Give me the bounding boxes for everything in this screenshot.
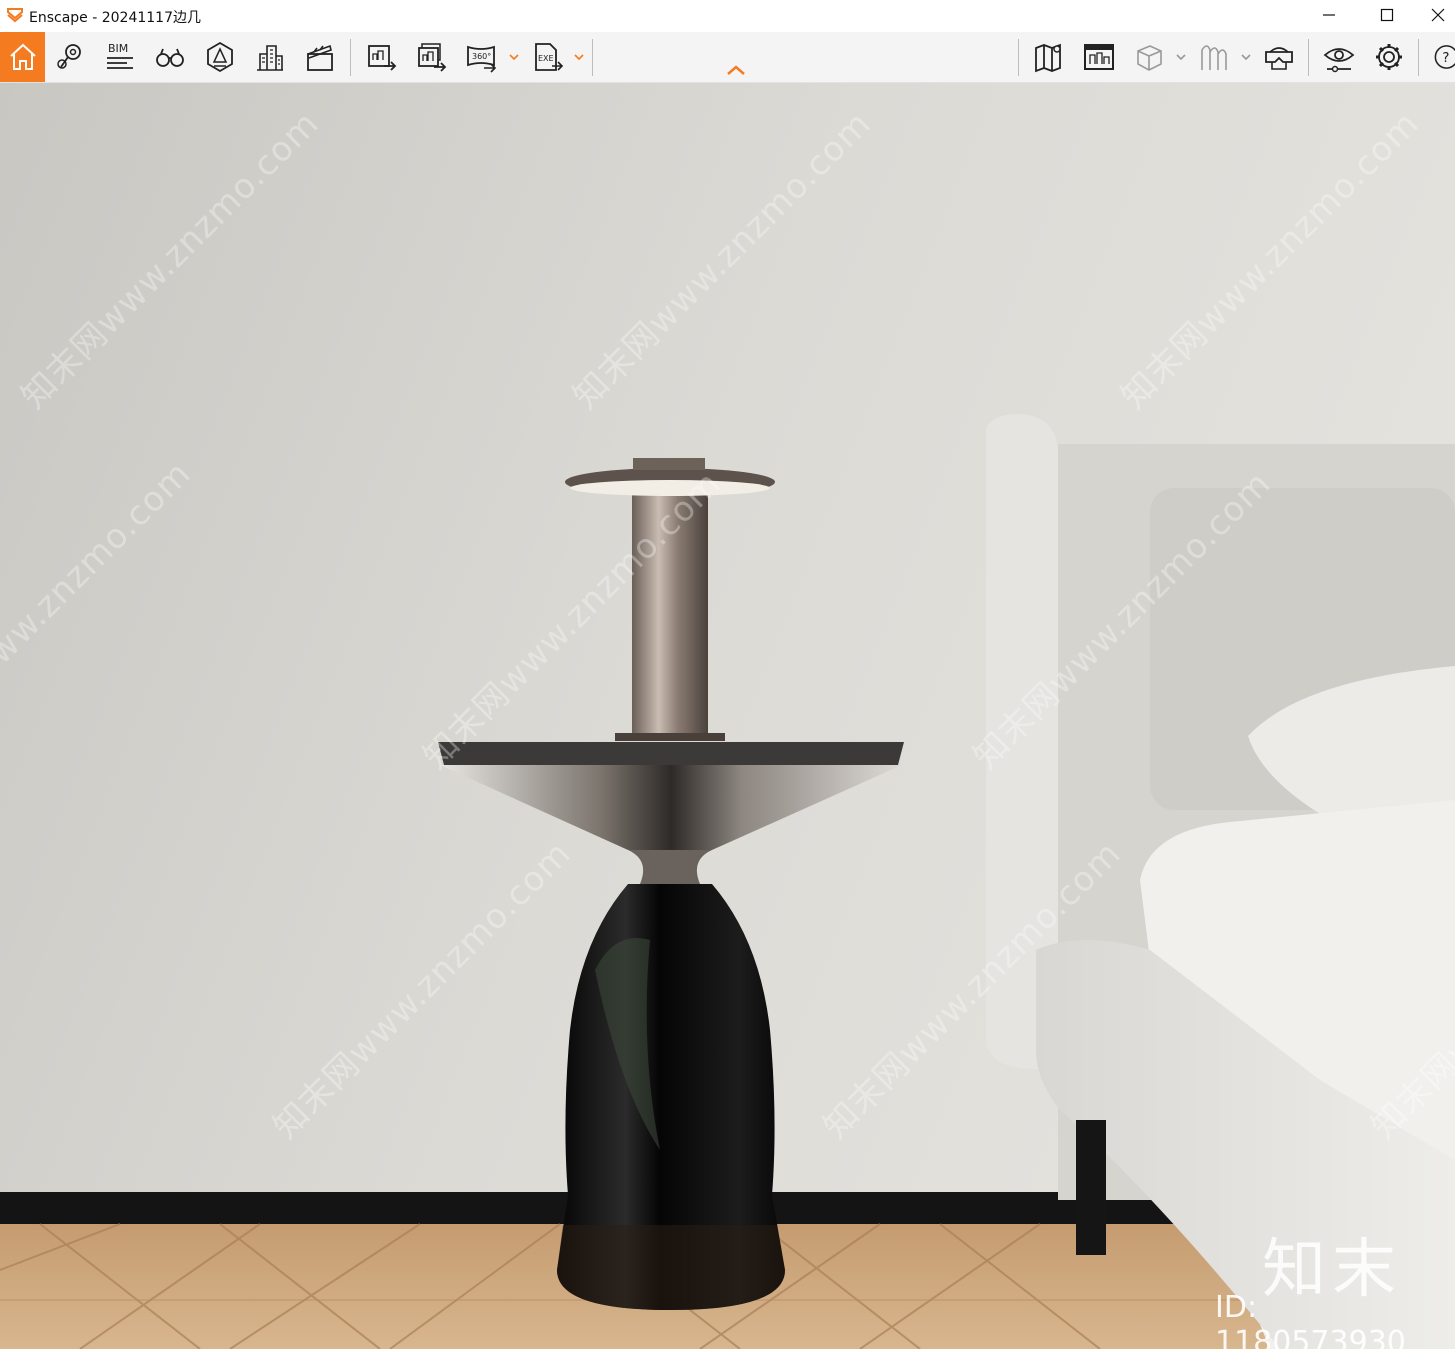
vr-headset-button[interactable] xyxy=(1256,32,1302,82)
chevron-up-icon xyxy=(727,65,745,75)
home-button[interactable] xyxy=(0,32,45,82)
buildings-icon xyxy=(257,45,283,71)
panorama-dropdown[interactable] xyxy=(507,47,521,67)
title-bar: Enscape - 20241117边几 xyxy=(0,0,1455,32)
toolbar-separator xyxy=(592,39,593,76)
minimize-icon xyxy=(1323,14,1335,16)
export-dropdown[interactable] xyxy=(572,47,586,67)
panorama-label: 360° xyxy=(472,52,491,61)
panorama-button[interactable]: 360° xyxy=(458,32,504,82)
window-title: Enscape - 20241117边几 xyxy=(29,10,201,26)
safe-frame-icon xyxy=(207,41,233,73)
minimize-button[interactable] xyxy=(1306,0,1352,30)
help-button[interactable]: ? xyxy=(1426,32,1455,82)
map-button[interactable] xyxy=(1026,32,1072,82)
material-icon xyxy=(1201,45,1227,70)
settings-button[interactable] xyxy=(1366,32,1412,82)
chevron-down-icon xyxy=(574,54,584,61)
material-dropdown[interactable] xyxy=(1239,47,1253,67)
enscape-logo-icon xyxy=(7,8,23,23)
bim-icon: BIM xyxy=(107,42,133,69)
asset-library-button[interactable] xyxy=(1076,32,1122,82)
toolbar-separator xyxy=(1308,39,1309,76)
clapperboard-icon xyxy=(307,44,333,71)
asset-library-icon xyxy=(1084,44,1114,70)
chevron-down-icon xyxy=(1176,54,1186,61)
visual-settings-button[interactable] xyxy=(1316,32,1362,82)
view-cube-dropdown[interactable] xyxy=(1174,47,1188,67)
vr-headset-icon xyxy=(1265,47,1293,70)
bim-button[interactable]: BIM xyxy=(97,32,143,82)
render-viewport[interactable]: 知末网www.znzmo.com 知末网www.znzmo.com 知末网www… xyxy=(0,83,1455,1349)
video-editor-button[interactable] xyxy=(297,32,343,82)
collapse-toolbar-button[interactable] xyxy=(724,62,748,78)
exe-label: EXE xyxy=(538,54,554,63)
export-exe-button[interactable]: EXE xyxy=(524,32,570,82)
walk-mode-button[interactable] xyxy=(147,32,193,82)
toolbar-separator xyxy=(1418,39,1419,76)
render-image-icon xyxy=(368,45,397,71)
close-icon xyxy=(1431,8,1445,22)
toolbar-separator xyxy=(350,39,351,76)
help-icon: ? xyxy=(1434,45,1455,69)
chevron-down-icon xyxy=(509,54,519,61)
export-exe-icon: EXE xyxy=(535,43,564,71)
views-button[interactable] xyxy=(47,32,93,82)
visual-settings-icon xyxy=(1323,48,1355,73)
render-image-button[interactable] xyxy=(358,32,404,82)
maximize-icon xyxy=(1380,8,1394,22)
toolbar-separator xyxy=(1018,39,1019,76)
view-cube-button[interactable] xyxy=(1126,32,1172,82)
binoculars-icon xyxy=(156,48,184,67)
batch-render-button[interactable] xyxy=(408,32,454,82)
maximize-button[interactable] xyxy=(1364,0,1410,30)
view-cube-icon xyxy=(1137,45,1162,71)
buildings-button[interactable] xyxy=(247,32,293,82)
chevron-down-icon xyxy=(1241,54,1251,61)
material-button[interactable] xyxy=(1191,32,1237,82)
home-icon xyxy=(9,43,36,70)
asset-id-label: ID: 1180573930 xyxy=(1215,1290,1406,1349)
svg-text:?: ? xyxy=(1442,50,1449,66)
map-icon xyxy=(1035,43,1061,73)
panorama-360-icon: 360° xyxy=(467,45,497,73)
safe-frame-button[interactable] xyxy=(197,32,243,82)
batch-render-icon xyxy=(418,43,447,72)
bim-label: BIM xyxy=(108,42,128,55)
settings-gear-icon xyxy=(1376,44,1402,70)
close-button[interactable] xyxy=(1421,0,1455,30)
location-pin-icon xyxy=(57,44,81,69)
